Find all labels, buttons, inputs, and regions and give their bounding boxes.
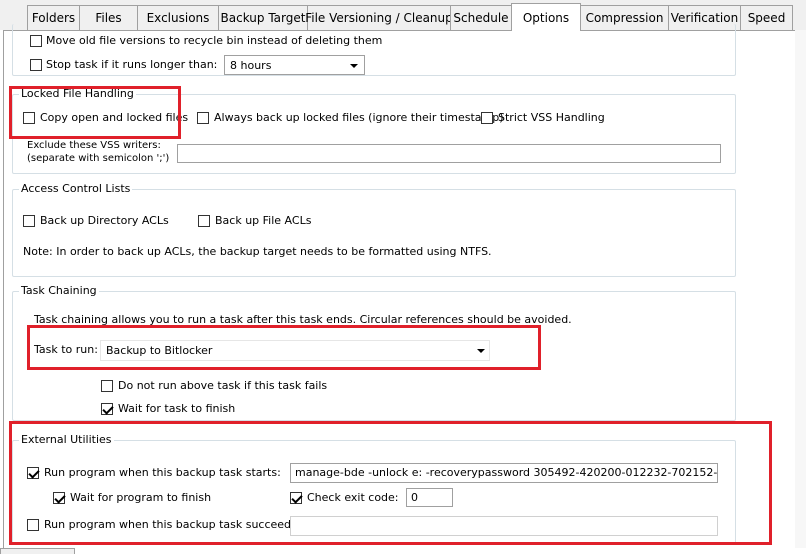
vertical-scrollbar[interactable] bbox=[795, 30, 806, 548]
task-chaining-title: Task Chaining bbox=[19, 284, 99, 297]
wait-task-finish-checkbox[interactable] bbox=[101, 403, 113, 415]
tab-label: Exclusions bbox=[146, 11, 210, 25]
tab-label: Compression bbox=[585, 11, 664, 25]
stop-task-checkbox[interactable] bbox=[30, 59, 42, 71]
tab-label: Folders bbox=[31, 11, 76, 25]
file-acl-label: Back up File ACLs bbox=[215, 214, 312, 227]
tab-label: Schedule bbox=[453, 11, 509, 25]
no-run-fail-label: Do not run above task if this task fails bbox=[118, 379, 328, 392]
wait-task-finish-label: Wait for task to finish bbox=[118, 402, 236, 415]
always-backup-locked-label: Always back up locked files (ignore thei… bbox=[214, 111, 504, 124]
tab-speed[interactable]: Speed bbox=[740, 5, 793, 30]
highlight-box-external-utilities bbox=[9, 421, 772, 545]
recycle-bin-checkbox[interactable] bbox=[30, 35, 42, 47]
strict-vss-checkbox[interactable] bbox=[481, 112, 493, 124]
acl-note: Note: In order to back up ACLs, the back… bbox=[23, 245, 492, 258]
file-acl-checkbox[interactable] bbox=[198, 215, 210, 227]
acl-title: Access Control Lists bbox=[19, 182, 133, 195]
tab-label: Backup Target bbox=[220, 11, 306, 25]
exclude-vss-input[interactable] bbox=[177, 144, 721, 163]
exclude-vss-hint: (separate with semicolon ';') bbox=[27, 153, 170, 164]
dir-acl-checkbox[interactable] bbox=[23, 215, 35, 227]
tab-label: Files bbox=[95, 11, 122, 25]
tab-label: Verification bbox=[670, 11, 739, 25]
dir-acl-label: Back up Directory ACLs bbox=[40, 214, 169, 227]
stop-task-duration-value: 8 hours bbox=[230, 59, 272, 72]
always-backup-locked-checkbox[interactable] bbox=[197, 112, 209, 124]
chevron-down-icon bbox=[350, 64, 358, 68]
tab-options[interactable]: Options bbox=[511, 3, 581, 31]
highlight-box-locked-files bbox=[9, 86, 181, 139]
stop-task-duration-select[interactable]: 8 hours bbox=[224, 55, 365, 75]
tab-label: File Versioning / Cleanup bbox=[305, 11, 453, 25]
tab-label: Speed bbox=[747, 11, 786, 25]
no-run-fail-checkbox[interactable] bbox=[101, 380, 113, 392]
tab-label: Options bbox=[522, 10, 570, 25]
highlight-box-task-chaining bbox=[27, 325, 541, 370]
recycle-bin-label: Move old file versions to recycle bin in… bbox=[46, 34, 383, 47]
strict-vss-label: Strict VSS Handling bbox=[498, 111, 605, 124]
acl-group bbox=[12, 189, 736, 277]
stop-task-label: Stop task if it runs longer than: bbox=[46, 58, 218, 71]
exclude-vss-label: Exclude these VSS writers: bbox=[27, 140, 161, 151]
bottom-button-edge bbox=[0, 548, 75, 554]
